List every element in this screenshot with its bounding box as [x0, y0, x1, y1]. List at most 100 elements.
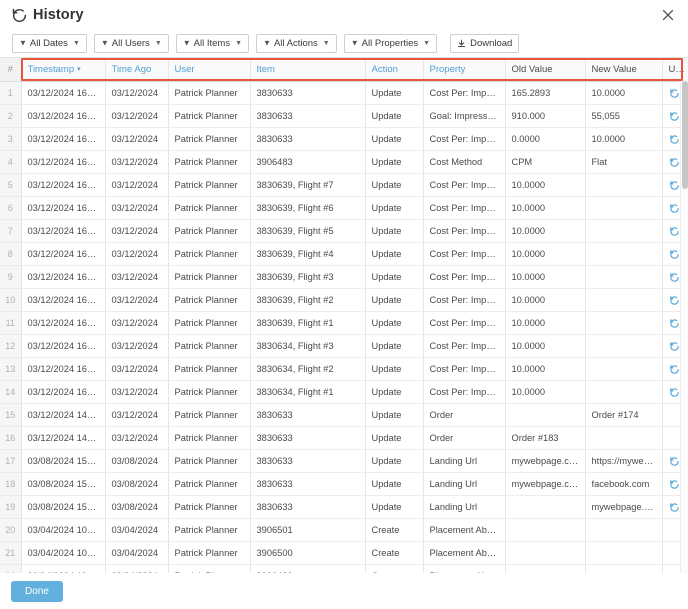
row-cell-item: 3830639, Flight #3	[250, 265, 366, 289]
table-row[interactable]: 3 03/12/2024 16:28:03 03/12/2024 Patrick Pl…	[0, 127, 688, 151]
row-cell-action: Update	[365, 403, 424, 427]
column-header-timestamp[interactable]: Timestamp ▾	[21, 58, 106, 82]
table-row[interactable]: 15 03/12/2024 14:21:24 03/12/2024 Patrick P…	[0, 403, 688, 427]
undo-icon[interactable]	[669, 456, 680, 467]
history-table-container: # Timestamp ▾ Time Ago User Item Action P…	[0, 57, 688, 573]
table-row[interactable]: 19 03/08/2024 15:14:01 03/08/2024 Patrick P…	[0, 495, 688, 519]
undo-icon[interactable]	[669, 203, 680, 214]
undo-icon[interactable]	[669, 364, 680, 375]
dialog-footer: Done	[0, 573, 688, 609]
row-cell-time-ago: 03/04/2024	[105, 518, 169, 542]
row-cell-index: 21	[0, 541, 22, 565]
table-vertical-scrollbar[interactable]	[680, 81, 688, 573]
undo-icon[interactable]	[669, 134, 680, 145]
column-header-property[interactable]: Property	[423, 58, 506, 82]
table-header-row: # Timestamp ▾ Time Ago User Item Action P…	[0, 58, 688, 82]
table-row[interactable]: 7 03/12/2024 16:23:57 03/12/2024 Patrick Pl…	[0, 219, 688, 243]
row-cell-action: Update	[365, 357, 424, 381]
table-row[interactable]: 8 03/12/2024 16:23:57 03/12/2024 Patrick Pl…	[0, 242, 688, 266]
filter-all-users-button[interactable]: ▼ All Users ▼	[93, 34, 169, 53]
row-cell-property: Cost Per: Impressi...	[423, 288, 506, 312]
row-cell-action: Update	[365, 426, 424, 450]
table-row[interactable]: 18 03/08/2024 15:21:53 03/08/2024 Patrick P…	[0, 472, 688, 496]
column-header-timestamp-label: Timestamp	[27, 63, 75, 75]
undo-icon[interactable]	[669, 502, 680, 513]
undo-icon[interactable]	[669, 318, 680, 329]
undo-icon[interactable]	[669, 157, 680, 168]
row-cell-item: 3830639, Flight #7	[250, 173, 366, 197]
row-cell-item: 3830633	[250, 104, 366, 128]
filter-all-dates-button[interactable]: ▼ All Dates ▼	[12, 34, 87, 53]
row-cell-old-value	[505, 403, 586, 427]
table-row[interactable]: 12 03/12/2024 16:23:53 03/12/2024 Patrick P…	[0, 334, 688, 358]
row-cell-timestamp: 03/12/2024 16:23:53	[21, 380, 106, 404]
row-cell-user: Patrick Planner	[168, 104, 251, 128]
done-button[interactable]: Done	[11, 580, 63, 602]
column-header-old-value: Old Value	[505, 58, 586, 82]
column-header-item[interactable]: Item	[250, 58, 366, 82]
row-cell-user: Patrick Planner	[168, 265, 251, 289]
undo-icon[interactable]	[669, 479, 680, 490]
undo-icon[interactable]	[669, 249, 680, 260]
table-row[interactable]: 16 03/12/2024 14:21:18 03/12/2024 Patrick P…	[0, 426, 688, 450]
undo-icon[interactable]	[669, 88, 680, 99]
row-cell-old-value: 165.2893	[505, 81, 586, 105]
row-cell-time-ago: 03/12/2024	[105, 127, 169, 151]
column-header-time-ago[interactable]: Time Ago	[105, 58, 169, 82]
table-row[interactable]: 14 03/12/2024 16:23:53 03/12/2024 Patrick P…	[0, 380, 688, 404]
table-row[interactable]: 2 03/12/2024 16:28:11 03/12/2024 Patrick Pl…	[0, 104, 688, 128]
row-cell-item: 3830633	[250, 495, 366, 519]
row-cell-item: 3830639, Flight #4	[250, 242, 366, 266]
row-cell-new-value	[585, 219, 663, 243]
row-cell-item: 3830633	[250, 403, 366, 427]
column-header-undo: Undo	[662, 58, 688, 82]
column-header-user[interactable]: User	[168, 58, 251, 82]
column-header-action[interactable]: Action	[365, 58, 424, 82]
row-cell-item: 3830633	[250, 127, 366, 151]
row-cell-index: 10	[0, 288, 22, 312]
row-cell-old-value: 0.0000	[505, 127, 586, 151]
undo-icon[interactable]	[669, 341, 680, 352]
undo-icon[interactable]	[669, 295, 680, 306]
table-row[interactable]: 6 03/12/2024 16:23:57 03/12/2024 Patrick Pl…	[0, 196, 688, 220]
scrollbar-thumb[interactable]	[682, 81, 688, 189]
table-row[interactable]: 4 03/12/2024 16:25:00 03/12/2024 Patrick Pl…	[0, 150, 688, 174]
row-cell-property: Landing Url	[423, 472, 506, 496]
row-cell-old-value: Order #183	[505, 426, 586, 450]
row-cell-old-value: mywebpage.com	[505, 472, 586, 496]
table-row[interactable]: 2203/04/2024 10:47:3103/04/2024Patrick P…	[0, 564, 688, 573]
row-cell-timestamp: 03/04/2024 10:47:31	[21, 541, 106, 565]
table-row[interactable]: 11 03/12/2024 16:23:57 03/12/2024 Patrick P…	[0, 311, 688, 335]
table-row[interactable]: 1 03/12/2024 16:28:21 03/12/2024 Patrick Pl…	[0, 81, 688, 105]
row-cell-time-ago: 03/12/2024	[105, 104, 169, 128]
table-row[interactable]: 20 03/04/2024 10:47:31 03/04/2024 Patrick P…	[0, 518, 688, 542]
row-cell-user: Patrick Planner	[168, 449, 251, 473]
row-cell-timestamp: 03/08/2024 15:22:10	[21, 449, 106, 473]
row-cell-new-value	[585, 426, 663, 450]
table-row[interactable]: 9 03/12/2024 16:23:57 03/12/2024 Patrick Pl…	[0, 265, 688, 289]
table-row[interactable]: 10 03/12/2024 16:23:57 03/12/2024 Patrick P…	[0, 288, 688, 312]
undo-icon[interactable]	[669, 180, 680, 191]
table-row[interactable]: 21 03/04/2024 10:47:31 03/04/2024 Patrick P…	[0, 541, 688, 565]
row-cell-new-value: 10.0000	[585, 127, 663, 151]
row-cell-action: Update	[365, 380, 424, 404]
undo-icon[interactable]	[669, 272, 680, 283]
row-cell-timestamp: 03/12/2024 16:23:53	[21, 334, 106, 358]
undo-icon[interactable]	[669, 387, 680, 398]
close-icon[interactable]	[659, 6, 677, 24]
filter-all-actions-button[interactable]: ▼ All Actions ▼	[256, 34, 337, 53]
row-cell-property: Cost Per: Impressi...	[423, 334, 506, 358]
table-row[interactable]: 5 03/12/2024 16:23:57 03/12/2024 Patrick Pl…	[0, 173, 688, 197]
filter-all-properties-button[interactable]: ▼ All Properties ▼	[343, 34, 438, 53]
filter-all-dates-label: All Dates	[29, 37, 68, 49]
table-row[interactable]: 17 03/08/2024 15:22:10 03/08/2024 Patrick P…	[0, 449, 688, 473]
filter-all-items-button[interactable]: ▼ All Items ▼	[175, 34, 250, 53]
undo-icon[interactable]	[669, 111, 680, 122]
row-cell-item: 3830633	[250, 81, 366, 105]
row-cell-timestamp: 03/12/2024 16:23:57	[21, 288, 106, 312]
row-cell-property: Placement Absent	[423, 518, 506, 542]
table-row[interactable]: 13 03/12/2024 16:23:53 03/12/2024 Patrick P…	[0, 357, 688, 381]
download-button[interactable]: Download	[450, 34, 520, 53]
row-cell-time-ago: 03/12/2024	[105, 81, 169, 105]
undo-icon[interactable]	[669, 226, 680, 237]
